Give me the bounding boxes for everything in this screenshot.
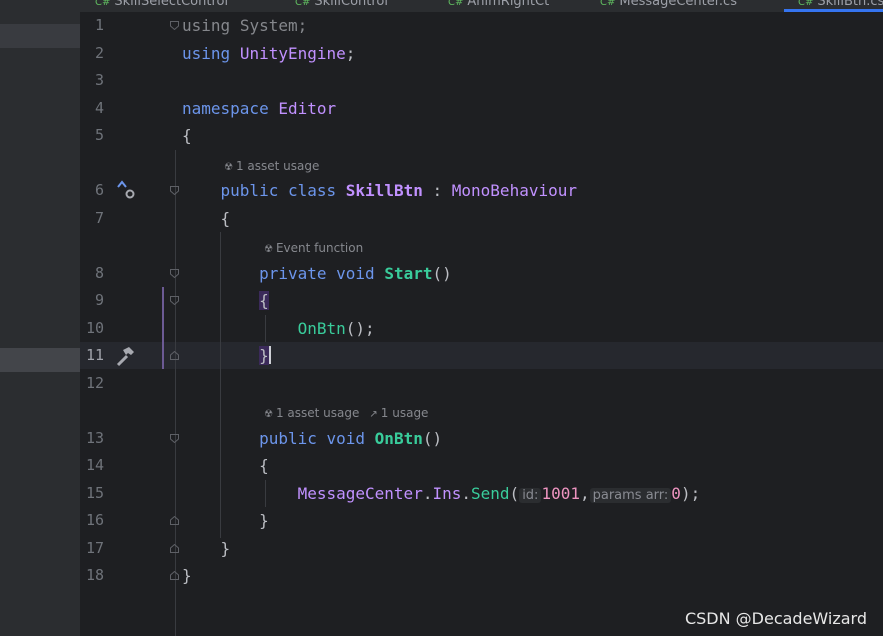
- fold-marker-icon[interactable]: [170, 516, 179, 525]
- fold-marker-icon[interactable]: [170, 21, 179, 30]
- fold-marker-icon[interactable]: [170, 296, 179, 305]
- unity-icon: ☢: [224, 162, 233, 173]
- fold-marker-icon[interactable]: [170, 571, 179, 580]
- csharp-file-icon: C#: [448, 0, 464, 8]
- line-number: 13: [85, 429, 104, 447]
- code-line-6[interactable]: public class SkillBtn : MonoBehaviour: [182, 177, 577, 204]
- implements-icon[interactable]: [116, 179, 138, 205]
- line-number: 2: [94, 44, 104, 62]
- fold-marker-icon[interactable]: [170, 269, 179, 278]
- tab-skill-select-control[interactable]: C# SkillSelectControl: [95, 0, 228, 10]
- line-number: 7: [94, 209, 104, 227]
- line-number: 16: [85, 511, 104, 529]
- line-number: 14: [85, 456, 104, 474]
- code-line-7[interactable]: {: [182, 205, 231, 232]
- code-line-1[interactable]: using System;: [182, 12, 307, 39]
- text-caret: [268, 346, 271, 364]
- code-line-4[interactable]: namespace Editor: [182, 95, 336, 122]
- code-line-8[interactable]: private void Start(): [182, 260, 452, 287]
- usage-arrow-icon: ↗: [369, 409, 378, 420]
- editor-tab-bar: C# SkillSelectControl C# SkillControl C# An…: [0, 0, 883, 12]
- csharp-file-icon: C#: [798, 0, 814, 8]
- csharp-file-icon: C#: [95, 0, 111, 8]
- vcs-change-marker[interactable]: [162, 287, 164, 369]
- line-number: 3: [94, 71, 104, 89]
- line-number: 1: [94, 16, 104, 34]
- code-line-11[interactable]: }: [182, 342, 271, 369]
- code-line-2[interactable]: using UnityEngine;: [182, 40, 355, 67]
- parameter-hint: id:: [519, 488, 542, 503]
- unity-icon: ☢: [264, 244, 273, 255]
- code-vision-event-function[interactable]: ☢ Event function: [264, 240, 363, 256]
- code-line-14[interactable]: {: [182, 452, 269, 479]
- line-number: 17: [85, 539, 104, 557]
- line-number: 11: [85, 346, 104, 364]
- line-number: 18: [85, 566, 104, 584]
- line-number: 9: [94, 291, 104, 309]
- fold-marker-icon[interactable]: [170, 544, 179, 553]
- code-line-13[interactable]: public void OnBtn(): [182, 425, 442, 452]
- panel-selected-row[interactable]: [0, 24, 80, 48]
- code-line-18[interactable]: }: [182, 562, 192, 589]
- csharp-file-icon: C#: [600, 0, 616, 8]
- line-number: 5: [94, 126, 104, 144]
- line-number: 10: [85, 319, 104, 337]
- tab-anim-right[interactable]: C# AnimRightCt: [448, 0, 549, 10]
- hammer-icon[interactable]: [114, 345, 136, 371]
- indent-guide: [175, 150, 176, 636]
- fold-marker-icon[interactable]: [170, 351, 179, 360]
- code-line-17[interactable]: }: [182, 535, 231, 562]
- code-vision-onbtn[interactable]: ☢ 1 asset usage ↗ 1 usage: [264, 405, 428, 421]
- line-number: 15: [85, 484, 104, 502]
- watermark: CSDN @DecadeWizard: [684, 609, 867, 628]
- code-line-5[interactable]: {: [182, 122, 192, 149]
- panel-highlight-row[interactable]: [0, 348, 80, 372]
- fold-marker-icon[interactable]: [170, 186, 179, 195]
- parameter-hint: params arr:: [589, 488, 672, 503]
- code-line-9[interactable]: {: [182, 287, 269, 314]
- line-number: 12: [85, 374, 104, 392]
- unity-icon: ☢: [264, 409, 273, 420]
- fold-marker-icon[interactable]: [170, 434, 179, 443]
- tab-skill-control[interactable]: C# SkillControl: [295, 0, 388, 10]
- code-line-16[interactable]: }: [182, 507, 269, 534]
- csharp-file-icon: C#: [295, 0, 311, 8]
- code-line-10[interactable]: OnBtn();: [182, 315, 375, 342]
- code-line-15[interactable]: MessageCenter.Ins.Send(id: 1001, params ar…: [182, 480, 700, 507]
- line-number: 4: [94, 99, 104, 117]
- line-number: 6: [94, 181, 104, 199]
- tool-window-panel[interactable]: [0, 12, 80, 636]
- line-number: 8: [94, 264, 104, 282]
- tab-message-center[interactable]: C# MessageCenter.cs: [600, 0, 737, 10]
- code-vision-class-usage[interactable]: ☢ 1 asset usage: [224, 158, 319, 174]
